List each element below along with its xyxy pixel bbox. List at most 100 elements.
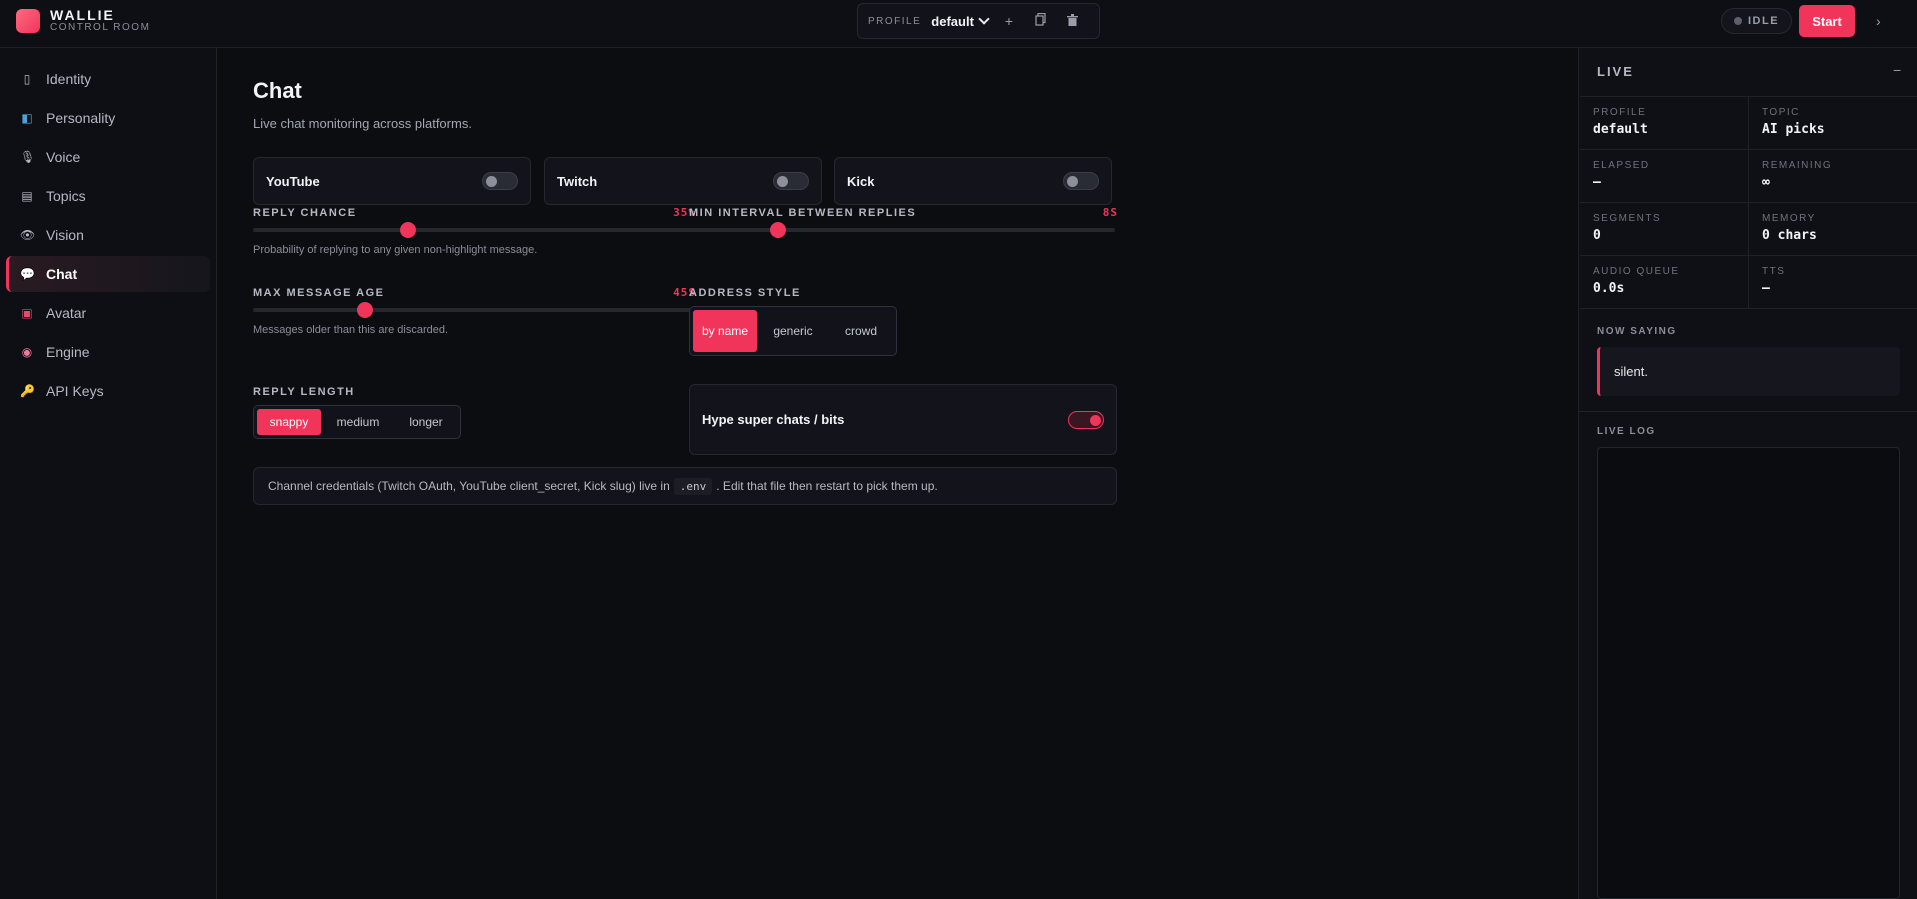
reply-chance-hint: Probability of replying to any given non…: [253, 244, 538, 256]
toggle-knob: [486, 176, 497, 187]
toggle-knob: [1067, 176, 1078, 187]
slider-thumb[interactable]: [357, 302, 374, 318]
address-style-crowd[interactable]: crowd: [829, 310, 893, 352]
sidebar-item-api-keys[interactable]: 🔑 API Keys: [6, 373, 210, 409]
max-message-age-slider[interactable]: [253, 302, 697, 318]
stat-value: —: [1762, 281, 1770, 296]
add-profile-button[interactable]: +: [998, 13, 1020, 29]
live-panel-title: LIVE: [1597, 64, 1634, 79]
sidebar-item-label: Voice: [46, 149, 81, 165]
stat-value: default: [1593, 122, 1648, 137]
status-label: IDLE: [1748, 15, 1780, 27]
address-style-generic[interactable]: generic: [761, 310, 825, 352]
page-subtitle: Live chat monitoring across platforms.: [253, 116, 472, 131]
platform-name: Twitch: [557, 173, 598, 189]
stat-profile: PROFILE default: [1580, 97, 1749, 150]
stat-tts: TTS —: [1749, 256, 1917, 309]
hype-card: Hype super chats / bits: [689, 384, 1117, 455]
identity-icon: ▯: [23, 72, 31, 86]
sidebar-item-chat[interactable]: 💬 Chat: [6, 256, 210, 292]
stat-value: ∞: [1762, 175, 1770, 190]
stat-elapsed: ELAPSED —: [1580, 150, 1749, 203]
brand-name: WALLIE: [50, 7, 115, 23]
reply-length-snappy[interactable]: snappy: [257, 409, 321, 435]
stat-memory: MEMORY 0 chars: [1749, 203, 1917, 256]
live-panel: LIVE − PROFILE default TOPIC AI picks EL…: [1578, 48, 1917, 899]
trash-icon: [1067, 14, 1079, 26]
sidebar-item-avatar[interactable]: ▣ Avatar: [6, 295, 210, 331]
address-style-label: ADDRESS STYLE: [689, 287, 801, 299]
stat-label: TTS: [1762, 266, 1786, 277]
stat-topic: TOPIC AI picks: [1749, 97, 1917, 150]
profile-select[interactable]: default: [931, 13, 990, 29]
brand: WALLIE CONTROL ROOM: [16, 8, 150, 34]
platform-card-youtube: YouTube: [253, 157, 531, 205]
min-interval-slider[interactable]: [689, 222, 1115, 238]
reply-length-longer[interactable]: longer: [395, 409, 457, 435]
hype-toggle[interactable]: [1068, 410, 1104, 429]
youtube-toggle[interactable]: [482, 172, 518, 190]
minimize-panel-button[interactable]: −: [1893, 62, 1901, 78]
delete-profile-button[interactable]: [1062, 13, 1084, 29]
twitch-toggle[interactable]: [773, 172, 809, 190]
slider-thumb[interactable]: [400, 222, 417, 238]
copy-profile-button[interactable]: [1030, 12, 1052, 29]
credentials-note: Channel credentials (Twitch OAuth, YouTu…: [253, 467, 1117, 505]
profile-select-value: default: [931, 13, 974, 29]
brain-icon: ◉: [21, 345, 33, 359]
stat-value: AI picks: [1762, 122, 1825, 137]
stat-label: MEMORY: [1762, 213, 1816, 224]
address-style-by-name[interactable]: by name: [693, 310, 757, 352]
platform-card-kick: Kick: [834, 157, 1112, 205]
sidebar-item-voice[interactable]: 🎙 Voice: [6, 139, 210, 175]
stat-segments: SEGMENTS 0: [1580, 203, 1749, 256]
stat-label: SEGMENTS: [1593, 213, 1662, 224]
status-dot-icon: [1734, 17, 1742, 25]
stat-value: 0.0s: [1593, 281, 1625, 296]
note-text-before: Channel credentials (Twitch OAuth, YouTu…: [268, 479, 670, 493]
sidebar-item-label: Vision: [46, 227, 84, 243]
start-button[interactable]: Start: [1799, 5, 1855, 37]
sidebar-item-vision[interactable]: 👁 Vision: [6, 217, 210, 253]
max-message-age-hint: Messages older than this are discarded.: [253, 324, 449, 336]
platform-card-twitch: Twitch: [544, 157, 822, 205]
reply-length-medium[interactable]: medium: [325, 409, 391, 435]
reply-chance-slider[interactable]: [253, 222, 697, 238]
note-text-after: . Edit that file then restart to pick th…: [716, 479, 938, 493]
sidebar-item-label: Identity: [46, 71, 92, 87]
page-title: Chat: [253, 78, 302, 103]
stat-remaining: REMAINING ∞: [1749, 150, 1917, 203]
expand-panel-button[interactable]: ›: [1876, 13, 1881, 29]
live-log[interactable]: [1597, 447, 1900, 899]
sidebar-item-topics[interactable]: ▤ Topics: [6, 178, 210, 214]
personality-icon: ◧: [21, 111, 33, 125]
stat-label: PROFILE: [1593, 107, 1647, 118]
top-bar: WALLIE CONTROL ROOM PROFILE default + ID…: [0, 0, 1917, 48]
toggle-knob: [777, 176, 788, 187]
sidebar-item-label: API Keys: [46, 383, 104, 399]
brand-subtitle: CONTROL ROOM: [50, 22, 151, 33]
now-saying-text: silent.: [1597, 347, 1900, 396]
sidebar-item-label: Chat: [46, 266, 78, 282]
toggle-knob: [1090, 414, 1101, 426]
sidebar-item-personality[interactable]: ◧ Personality: [6, 100, 210, 136]
env-code: .env: [673, 477, 713, 495]
sidebar-item-identity[interactable]: ▯ Identity: [6, 61, 210, 97]
stat-value: 0: [1593, 228, 1601, 243]
stat-label: ELAPSED: [1593, 160, 1650, 171]
eye-icon: 👁: [20, 228, 36, 242]
brand-logo-icon: [16, 9, 40, 33]
now-saying-label: NOW SAYING: [1597, 326, 1677, 337]
kick-toggle[interactable]: [1063, 172, 1099, 190]
live-stats-grid: PROFILE default TOPIC AI picks ELAPSED —…: [1580, 96, 1917, 309]
stat-audio-queue: AUDIO QUEUE 0.0s: [1580, 256, 1749, 309]
avatar-icon: ▣: [21, 306, 33, 320]
topics-icon: ▤: [21, 189, 33, 203]
sidebar-item-engine[interactable]: ◉ Engine: [6, 334, 210, 370]
chat-bubble-icon: 💬: [20, 267, 35, 281]
stat-value: 0 chars: [1762, 228, 1817, 243]
slider-thumb[interactable]: [770, 222, 787, 238]
live-log-label: LIVE LOG: [1597, 426, 1656, 437]
min-interval-label: MIN INTERVAL BETWEEN REPLIES: [689, 207, 917, 219]
sidebar-item-label: Avatar: [46, 305, 87, 321]
